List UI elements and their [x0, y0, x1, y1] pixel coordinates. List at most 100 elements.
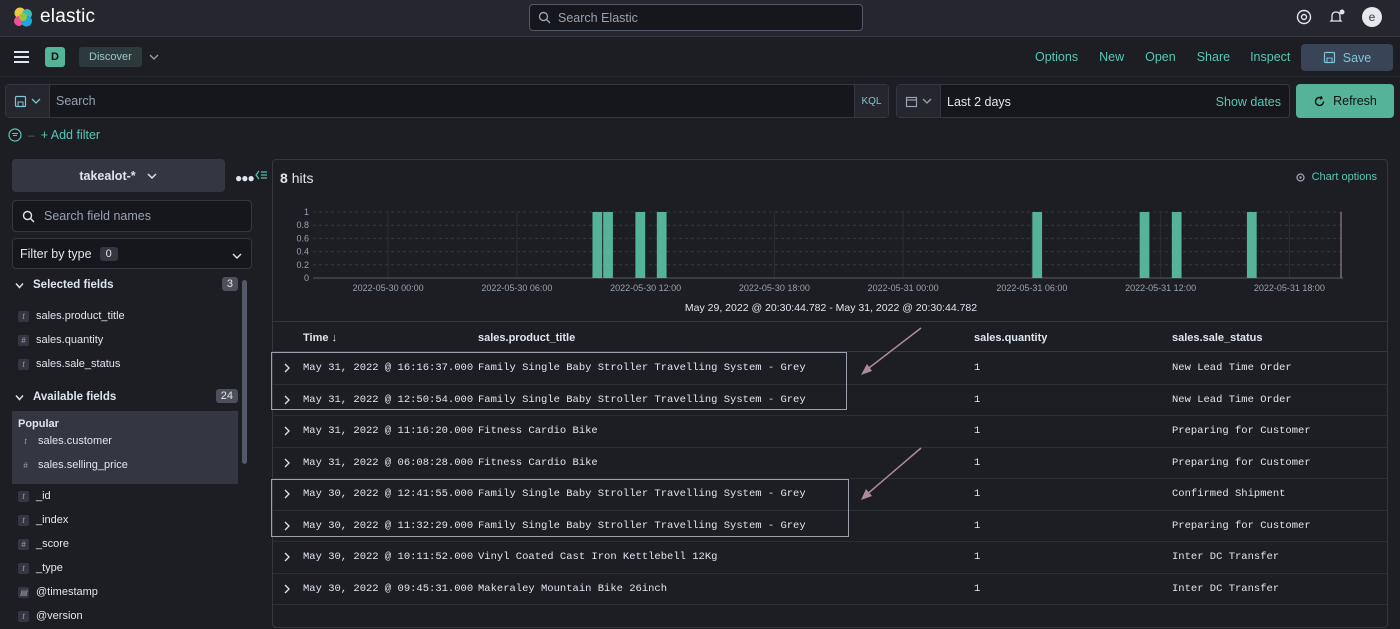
chevron-down-icon — [147, 173, 157, 179]
field-sales-quantity[interactable]: # sales.quantity — [18, 334, 103, 346]
field-name: sales.customer — [38, 435, 112, 447]
field-sales-selling-price[interactable]: # sales.selling_price — [20, 459, 128, 471]
search-icon — [22, 210, 35, 222]
chevron-down-icon[interactable] — [148, 51, 160, 63]
string-type-icon: t — [18, 610, 29, 622]
popular-label: Popular — [18, 418, 59, 430]
menu-inspect[interactable]: Inspect — [1250, 50, 1290, 64]
field-name: _type — [36, 562, 63, 574]
app-nav-bar: D Discover Options New Open Share Inspec… — [0, 37, 1400, 77]
number-type-icon: # — [18, 334, 29, 346]
query-input[interactable]: Search — [56, 94, 96, 108]
menu-new[interactable]: New — [1099, 50, 1124, 64]
field-sales-product-title[interactable]: t sales.product_title — [18, 310, 125, 322]
elastic-logo-icon — [14, 7, 32, 27]
popular-fields-group: Popular — [12, 411, 238, 484]
field-sidebar: takealot-* ●●● Search field names Filter… — [0, 155, 270, 628]
field-timestamp[interactable]: ▤ @timestamp — [18, 586, 98, 598]
field-name: sales.quantity — [36, 334, 104, 346]
save-button[interactable]: Save — [1301, 44, 1393, 71]
query-bar: Search KQL — [5, 84, 889, 118]
sidebar-scrollbar[interactable] — [242, 280, 247, 464]
chevron-down-icon — [922, 98, 932, 104]
annotation-arrow — [864, 327, 922, 372]
string-type-icon: t — [18, 514, 29, 526]
available-fields-header[interactable]: Available fields 24 — [14, 389, 238, 403]
chevron-down-icon — [15, 282, 24, 289]
string-type-icon: t — [18, 490, 29, 502]
menu-toggle-icon[interactable] — [14, 51, 29, 66]
results-panel: 8 hits Chart options 0 0.2 0.4 0.6 0.8 1 2022-… — [271, 159, 1388, 628]
header-bar: elastic Search Elastic e — [0, 0, 1400, 37]
field-version[interactable]: t @version — [18, 610, 83, 622]
chevron-down-icon — [15, 394, 24, 401]
refresh-icon — [1314, 95, 1325, 106]
collapse-sidebar-icon[interactable] — [255, 170, 268, 180]
menu-open[interactable]: Open — [1145, 50, 1176, 64]
field-index[interactable]: t _index — [18, 514, 68, 526]
arrow-head — [861, 364, 872, 375]
filter-by-type-label: Filter by type — [20, 246, 92, 261]
date-picker: Last 2 days Show dates — [896, 84, 1290, 118]
field-name: sales.selling_price — [38, 459, 128, 471]
field-id[interactable]: t _id — [18, 490, 51, 502]
field-search-input[interactable]: Search field names — [12, 200, 252, 232]
field-type[interactable]: t _type — [18, 562, 63, 574]
filter-row: – + Add filter — [8, 128, 100, 142]
breadcrumb-discover[interactable]: Discover — [79, 47, 142, 67]
number-type-icon: # — [18, 538, 29, 550]
chevron-down-icon — [232, 253, 242, 259]
add-filter-link[interactable]: + Add filter — [41, 128, 100, 142]
field-name: @version — [36, 610, 83, 622]
field-name: @timestamp — [36, 586, 98, 598]
quick-date-menu[interactable] — [897, 85, 941, 117]
refresh-button[interactable]: Refresh — [1296, 84, 1394, 118]
field-name: sales.sale_status — [36, 358, 121, 370]
help-icon[interactable] — [1296, 9, 1312, 25]
show-dates-link[interactable]: Show dates — [1216, 95, 1281, 109]
field-sales-sale-status[interactable]: t sales.sale_status — [18, 358, 120, 370]
annotation-arrow — [864, 447, 922, 497]
space-avatar[interactable]: D — [45, 47, 65, 67]
search-icon — [538, 11, 551, 24]
field-name: _score — [36, 538, 70, 550]
filter-menu-icon[interactable] — [8, 128, 22, 142]
field-search-placeholder: Search field names — [44, 209, 152, 223]
menu-share[interactable]: Share — [1197, 50, 1230, 64]
global-search-input[interactable]: Search Elastic — [529, 4, 863, 31]
field-name: _id — [36, 490, 51, 502]
field-sales-customer[interactable]: t sales.customer — [20, 435, 112, 447]
string-type-icon: t — [20, 435, 31, 447]
kql-toggle[interactable]: KQL — [854, 85, 888, 117]
annotation-arrows — [861, 327, 922, 500]
calendar-icon — [905, 96, 918, 107]
save-label: Save — [1342, 50, 1372, 65]
saved-query-icon — [14, 95, 27, 107]
top-menu: Options New Open Share Inspect — [1035, 50, 1290, 64]
field-score[interactable]: # _score — [18, 538, 69, 550]
index-pattern-selector[interactable]: takealot-* — [12, 159, 225, 192]
date-range-value[interactable]: Last 2 days — [947, 95, 1011, 109]
string-type-icon: t — [18, 310, 29, 322]
saved-query-menu[interactable] — [6, 85, 50, 117]
selected-count-badge: 3 — [221, 277, 238, 291]
menu-options[interactable]: Options — [1035, 50, 1078, 64]
available-count-badge: 24 — [215, 389, 238, 403]
filter-by-type-dropdown[interactable]: Filter by type 0 — [12, 238, 252, 269]
available-fields-title: Available fields — [33, 391, 117, 403]
global-search-placeholder: Search Elastic — [558, 10, 638, 25]
more-options-icon[interactable]: ●●● — [235, 171, 255, 185]
refresh-label: Refresh — [1333, 94, 1377, 108]
string-type-icon: t — [18, 562, 29, 574]
filter-count-badge: 0 — [99, 246, 118, 261]
selected-fields-header[interactable]: Selected fields 3 — [14, 277, 238, 291]
number-type-icon: # — [20, 459, 31, 471]
field-name: _index — [36, 514, 69, 526]
notifications-icon[interactable] — [1328, 8, 1346, 26]
field-name: sales.product_title — [36, 310, 125, 322]
date-type-icon: ▤ — [18, 586, 29, 598]
logo-text: elastic — [40, 6, 96, 27]
user-avatar[interactable]: e — [1362, 7, 1382, 27]
elastic-logo[interactable]: elastic — [12, 6, 95, 28]
index-pattern-name: takealot-* — [79, 168, 136, 183]
